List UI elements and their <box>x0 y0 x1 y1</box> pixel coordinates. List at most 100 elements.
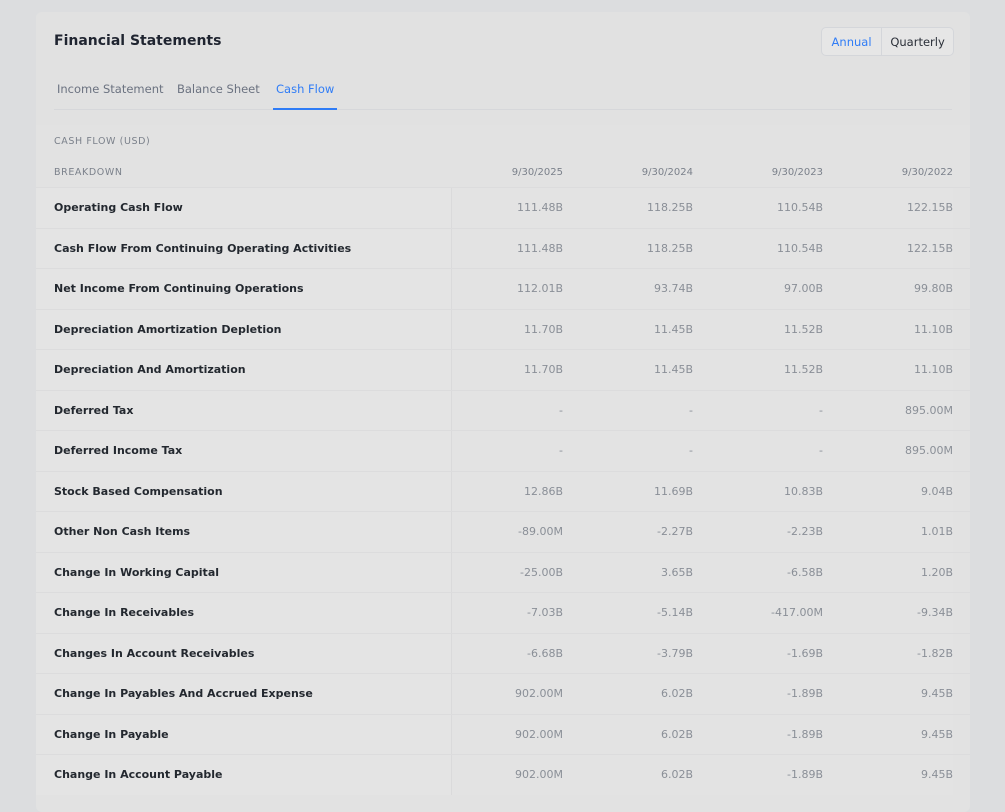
row-label: Change In Payables And Accrued Expense <box>36 674 452 714</box>
annual-button[interactable]: Annual <box>822 28 883 55</box>
row-value: -1.82B <box>823 633 953 673</box>
row-value: 902.00M <box>452 755 563 795</box>
row-value: 3.65B <box>563 552 693 592</box>
table-row[interactable]: Deferred Income Tax - - -895.00M <box>36 430 970 471</box>
row-label: Stock Based Compensation <box>36 471 452 511</box>
row-value: 99.80B <box>823 269 953 309</box>
row-value: -1.89B <box>693 755 823 795</box>
row-value: -1.89B <box>693 674 823 714</box>
row-value: 9.45B <box>823 755 953 795</box>
row-label: Change In Payable <box>36 714 452 754</box>
row-value: 11.70B <box>452 350 563 390</box>
row-label: Change In Receivables <box>36 593 452 633</box>
tab-income-statement[interactable]: Income Statement <box>54 82 167 110</box>
table-row[interactable]: Depreciation And Amortization 11.70B 11.45… <box>36 349 970 390</box>
statement-tabs: Income Statement Balance Sheet Cash Flow <box>54 74 952 110</box>
row-value: 112.01B <box>452 269 563 309</box>
row-value: 11.52B <box>693 350 823 390</box>
row-value: 111.48B <box>452 188 563 228</box>
row-value: - <box>452 390 563 430</box>
table-row[interactable]: Change In Payables And Accrued Expense 90… <box>36 673 970 714</box>
row-value: -6.68B <box>452 633 563 673</box>
row-value: - <box>563 390 693 430</box>
row-value: -6.58B <box>693 552 823 592</box>
table-row[interactable]: Stock Based Compensation 12.86B 11.69B 10.8… <box>36 470 970 511</box>
row-label: Changes In Account Receivables <box>36 633 452 673</box>
table-row[interactable]: Change In Payable 902.00M 6.02B -1.89B 9.45B <box>36 713 970 754</box>
row-value: -3.79B <box>563 633 693 673</box>
row-value: 110.54B <box>693 228 823 268</box>
row-value: -7.03B <box>452 593 563 633</box>
row-value: 11.10B <box>823 309 953 349</box>
row-label: Cash Flow From Continuing Operating Acti… <box>36 228 452 268</box>
table-row[interactable]: Depreciation Amortization Depletion 11.70… <box>36 308 970 349</box>
row-value: - <box>452 431 563 471</box>
row-value: -417.00M <box>693 593 823 633</box>
tab-balance-sheet[interactable]: Balance Sheet <box>174 82 263 110</box>
row-value: -89.00M <box>452 512 563 552</box>
row-value: -9.34B <box>823 593 953 633</box>
table-row[interactable]: Other Non Cash Items -89.00M -2.27B -2.23B 1… <box>36 511 970 552</box>
row-value: 110.54B <box>693 188 823 228</box>
row-value: 118.25B <box>563 228 693 268</box>
row-value: 118.25B <box>563 188 693 228</box>
financial-statements-card: Financial Statements Annual Quarterly In… <box>36 12 970 812</box>
row-value: 93.74B <box>563 269 693 309</box>
table-row[interactable]: Net Income From Continuing Operations 112… <box>36 268 970 309</box>
row-value: 9.45B <box>823 714 953 754</box>
row-label: Change In Account Payable <box>36 755 452 795</box>
row-value: -2.27B <box>563 512 693 552</box>
table-row[interactable]: Operating Cash Flow 111.48B 118.25B 110.54B… <box>36 187 970 228</box>
row-value: 1.01B <box>823 512 953 552</box>
row-label: Net Income From Continuing Operations <box>36 269 452 309</box>
row-value: 6.02B <box>563 755 693 795</box>
row-value: 122.15B <box>823 188 953 228</box>
row-value: 902.00M <box>452 714 563 754</box>
page-title: Financial Statements <box>54 33 222 49</box>
row-value: 11.10B <box>823 350 953 390</box>
row-value: 11.69B <box>563 471 693 511</box>
table-row[interactable]: Deferred Tax - - -895.00M <box>36 389 970 430</box>
table-body: Operating Cash Flow 111.48B 118.25B 110.54B… <box>36 187 970 795</box>
row-value: -25.00B <box>452 552 563 592</box>
row-label: Deferred Income Tax <box>36 431 452 471</box>
row-value: 6.02B <box>563 674 693 714</box>
row-value: 895.00M <box>823 390 953 430</box>
row-label: Deferred Tax <box>36 390 452 430</box>
tab-cash-flow[interactable]: Cash Flow <box>273 82 338 110</box>
row-value: 9.45B <box>823 674 953 714</box>
cash-flow-table: CASH FLOW (USD) BREAKDOWN 9/30/2025 9/30… <box>36 125 970 795</box>
row-value: 902.00M <box>452 674 563 714</box>
period-toggle: Annual Quarterly <box>821 27 954 56</box>
row-value: - <box>693 431 823 471</box>
quarterly-button[interactable]: Quarterly <box>882 28 953 55</box>
table-row[interactable]: Change In Account Payable 902.00M 6.02B -1.… <box>36 754 970 795</box>
row-value: -5.14B <box>563 593 693 633</box>
row-value: - <box>563 431 693 471</box>
row-value: -1.69B <box>693 633 823 673</box>
table-row[interactable]: Change In Receivables -7.03B -5.14B -417.00… <box>36 592 970 633</box>
row-value: 11.52B <box>693 309 823 349</box>
row-value: 11.45B <box>563 309 693 349</box>
table-row[interactable]: Changes In Account Receivables -6.68B -3.7… <box>36 632 970 673</box>
table-row[interactable]: Change In Working Capital -25.00B 3.65B -6.… <box>36 551 970 592</box>
row-label: Change In Working Capital <box>36 552 452 592</box>
row-label: Other Non Cash Items <box>36 512 452 552</box>
row-value: 895.00M <box>823 431 953 471</box>
row-value: 9.04B <box>823 471 953 511</box>
row-value: - <box>693 390 823 430</box>
row-value: 6.02B <box>563 714 693 754</box>
row-value: -1.89B <box>693 714 823 754</box>
row-label: Depreciation And Amortization <box>36 350 452 390</box>
section-label: CASH FLOW (USD) <box>36 125 970 158</box>
column-header: 9/30/2025 <box>511 167 563 178</box>
breakdown-header: BREAKDOWN <box>54 167 123 178</box>
table-row[interactable]: Cash Flow From Continuing Operating Acti… <box>36 227 970 268</box>
row-value: 122.15B <box>823 228 953 268</box>
card-header: Financial Statements Annual Quarterly In… <box>36 12 970 125</box>
column-header: 9/30/2023 <box>771 167 823 178</box>
row-value: 12.86B <box>452 471 563 511</box>
row-value: 111.48B <box>452 228 563 268</box>
row-value: 97.00B <box>693 269 823 309</box>
row-label: Depreciation Amortization Depletion <box>36 309 452 349</box>
